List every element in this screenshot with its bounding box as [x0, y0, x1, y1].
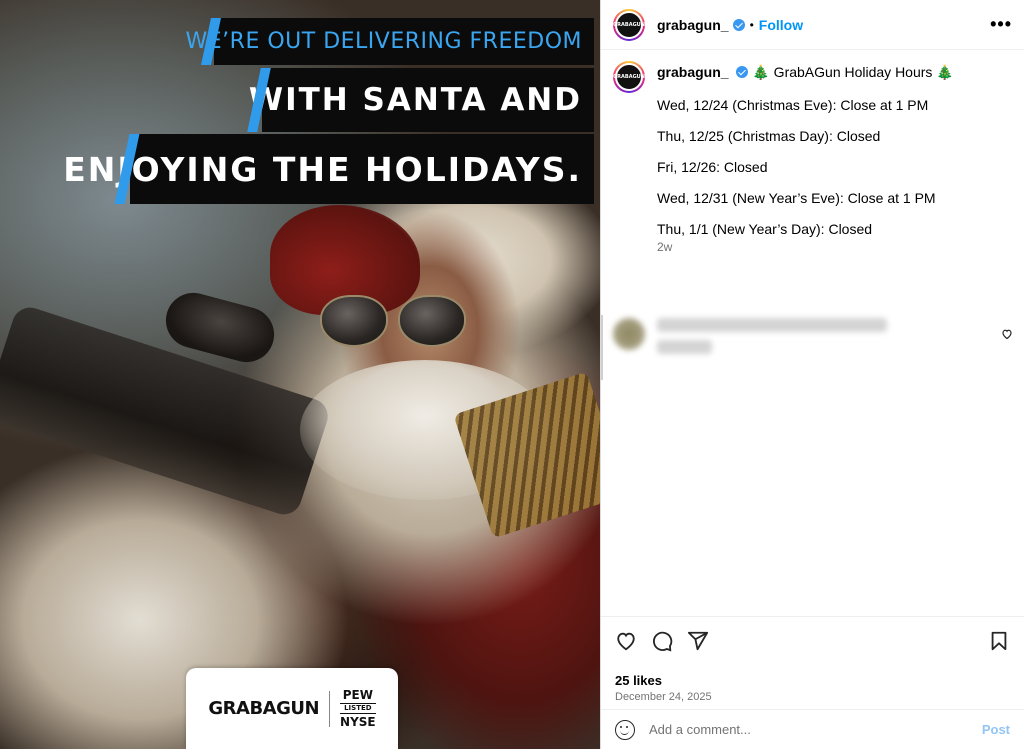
caption-timestamp[interactable]: 2w — [657, 240, 954, 254]
avatar[interactable]: GRABAGUN — [613, 8, 645, 41]
follow-button[interactable]: Follow — [759, 17, 803, 33]
post-sidebar: GRABAGUN grabagun_ • Follow ••• GRABAGUN… — [600, 0, 1024, 749]
banner-line-1: WE’RE OUT DELIVERING FREEDOM — [186, 18, 594, 65]
post-button[interactable]: Post — [982, 722, 1010, 737]
sunglasses-shape — [320, 295, 470, 355]
separator-dot: • — [749, 17, 754, 32]
heart-icon[interactable] — [615, 630, 637, 652]
banner-line-2-text: WITH SANTA AND — [248, 82, 582, 118]
add-comment-bar: Post — [601, 709, 1024, 749]
caption-first-line: grabagun_ 🎄 GrabAGun Holiday Hours 🎄 — [657, 61, 954, 83]
avatar-logo: GRABAGUN — [613, 10, 645, 39]
comment-text-blurred — [657, 318, 887, 354]
comment-avatar[interactable] — [613, 318, 645, 350]
rifle-shape — [0, 302, 333, 520]
more-icon[interactable]: ••• — [990, 14, 1012, 35]
nyse-badge-bottom: NYSE — [340, 715, 376, 729]
banner-line-1-text: WE’RE OUT DELIVERING FREEDOM — [185, 29, 582, 54]
scroll-indicator[interactable] — [601, 315, 603, 380]
blurred-text — [657, 318, 887, 332]
nyse-badge: PEW LISTED NYSE — [340, 689, 376, 728]
caption-body: grabagun_ 🎄 GrabAGun Holiday Hours 🎄 Wed… — [657, 61, 954, 254]
caption-line: Wed, 12/31 (New Year’s Eve): Close at 1 … — [657, 190, 936, 206]
banner-line-3: ENJOYING THE HOLIDAYS. — [63, 134, 594, 204]
brand-logo: GRABAGUN — [208, 698, 320, 719]
comment-icon[interactable] — [651, 630, 673, 652]
likes-count[interactable]: 25 likes — [615, 673, 1010, 688]
caption-line: Thu, 1/1 (New Year’s Day): Closed — [657, 221, 873, 237]
brand-logo-plate: GRABAGUN PEW LISTED NYSE — [186, 668, 398, 749]
post-date[interactable]: December 24, 2025 — [615, 691, 1010, 703]
comments-section[interactable]: GRABAGUN grabagun_ 🎄 GrabAGun Holiday Ho… — [601, 50, 1024, 616]
comment-input[interactable] — [649, 722, 982, 737]
nyse-badge-top: PEW — [342, 688, 373, 702]
caption-line: Thu, 12/25 (Christmas Day): Closed — [657, 128, 881, 144]
banner-line-3-text: ENJOYING THE HOLIDAYS. — [63, 149, 582, 189]
post-image[interactable]: WE’RE OUT DELIVERING FREEDOM WITH SANTA … — [0, 0, 600, 749]
verified-icon — [736, 66, 749, 78]
post-header: GRABAGUN grabagun_ • Follow ••• — [601, 0, 1024, 50]
nyse-badge-mid: LISTED — [340, 703, 376, 714]
avatar[interactable]: GRABAGUN — [613, 61, 645, 93]
action-icons — [615, 629, 1010, 653]
blurred-text — [657, 340, 712, 354]
comment-like-heart-icon[interactable] — [1001, 328, 1013, 343]
caption-username[interactable]: grabagun_ — [657, 64, 729, 80]
sunglasses-right-lens — [398, 295, 466, 347]
sunglasses-left-lens — [320, 295, 388, 347]
emoji-icon[interactable] — [615, 719, 635, 740]
banner-line-2: WITH SANTA AND — [247, 68, 594, 132]
action-bar: 25 likes December 24, 2025 — [601, 616, 1024, 703]
caption-line: Wed, 12/24 (Christmas Eve): Close at 1 P… — [657, 97, 929, 113]
bookmark-icon[interactable] — [988, 630, 1010, 652]
caption-title: 🎄 GrabAGun Holiday Hours 🎄 — [752, 64, 954, 80]
post-caption: GRABAGUN grabagun_ 🎄 GrabAGun Holiday Ho… — [601, 50, 1024, 254]
header-username[interactable]: grabagun_ — [657, 17, 729, 33]
avatar-logo: GRABAGUN — [613, 63, 645, 91]
verified-icon — [732, 18, 745, 31]
logo-divider — [329, 690, 331, 727]
share-icon[interactable] — [687, 630, 709, 652]
caption-line: Fri, 12/26: Closed — [657, 159, 768, 175]
comment-item-blurred — [613, 318, 1013, 354]
